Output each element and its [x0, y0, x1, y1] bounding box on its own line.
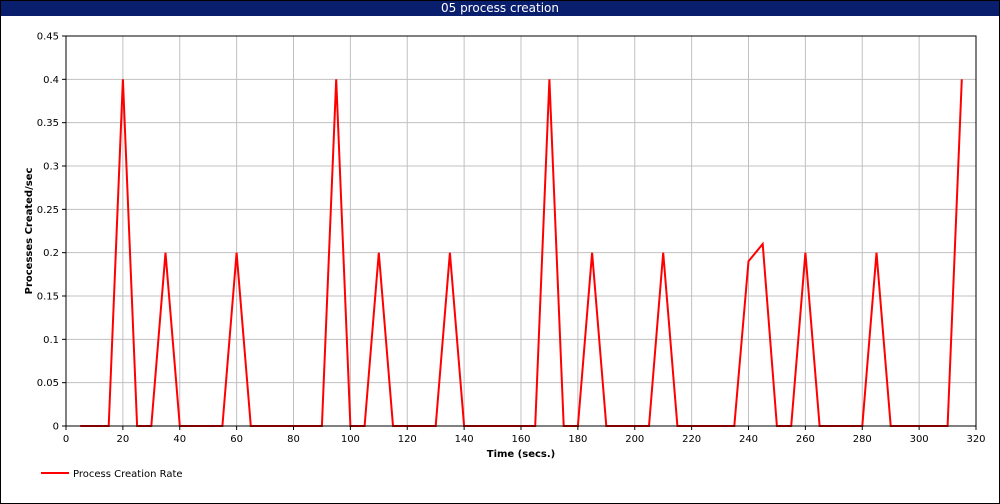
x-tick-label: 140 — [455, 434, 474, 445]
x-tick-label: 0 — [63, 434, 69, 445]
x-tick-label: 320 — [966, 434, 985, 445]
x-tick-label: 160 — [511, 434, 530, 445]
y-tick-label: 0.15 — [37, 292, 59, 303]
legend-label: Process Creation Rate — [73, 469, 183, 480]
y-axis-title: Processes Created/sec — [24, 168, 35, 295]
y-tick-label: 0.1 — [43, 335, 59, 346]
y-tick-label: 0 — [53, 422, 59, 433]
chart-area: 0 20 40 60 80 100 120 140 160 180 200 220 240 260 280 3… — [24, 32, 986, 481]
x-tick-label: 300 — [910, 434, 929, 445]
y-tick-label: 0.4 — [43, 75, 59, 86]
legend: Process Creation Rate — [41, 469, 183, 480]
window-title: 05 process creation — [1, 1, 999, 16]
x-axis-title: Time (secs.) — [487, 449, 556, 460]
y-tick-label: 0.2 — [43, 248, 59, 259]
y-tick-label: 0.45 — [37, 32, 59, 43]
x-tick-label: 280 — [853, 434, 872, 445]
x-tick-label: 20 — [117, 434, 130, 445]
chart-window: 05 process creation 0 20 40 60 80 100 120 140 16… — [0, 0, 1000, 504]
x-tick-label: 80 — [287, 434, 300, 445]
x-tick-label: 120 — [398, 434, 417, 445]
y-tick-label: 0.05 — [37, 378, 59, 389]
y-tick-label: 0.35 — [37, 118, 59, 129]
x-tick-label: 100 — [341, 434, 360, 445]
y-tick-label: 0.25 — [37, 205, 59, 216]
x-tick-label: 240 — [739, 434, 758, 445]
y-tick-label: 0.3 — [43, 162, 59, 173]
x-tick-label: 200 — [625, 434, 644, 445]
x-tick-label: 180 — [568, 434, 587, 445]
x-tick-label: 60 — [230, 434, 243, 445]
x-tick-label: 40 — [173, 434, 186, 445]
x-tick-label: 260 — [796, 434, 815, 445]
x-tick-label: 220 — [682, 434, 701, 445]
